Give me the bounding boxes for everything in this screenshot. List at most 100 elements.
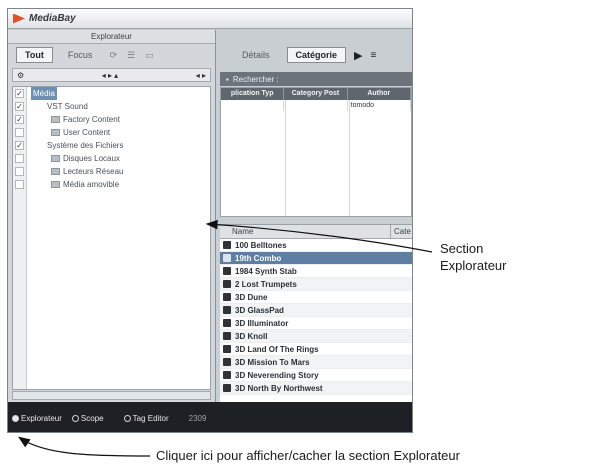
search-icon: ▪ xyxy=(226,74,229,84)
preset-file-icon xyxy=(223,345,231,353)
preset-file-icon xyxy=(223,267,231,275)
result-row[interactable]: 3D GlassPad xyxy=(220,304,412,317)
result-row[interactable]: 3D Neverending Story xyxy=(220,369,412,382)
play-icon[interactable]: ▶ xyxy=(354,49,362,62)
tab-focus[interactable]: Focus xyxy=(59,47,102,63)
explorer-tree[interactable]: ✓ Média ✓ VST Sound ✓ Factory Content User Con… xyxy=(12,86,211,390)
attribute-column-header[interactable]: Category Post xyxy=(284,88,348,100)
filter-icon[interactable]: ≡ xyxy=(371,50,377,61)
tree-item-label: Média amovible xyxy=(63,180,120,189)
result-row[interactable]: 3D North By Northwest xyxy=(220,382,412,395)
tree-item-checkbox[interactable]: ✓ xyxy=(15,141,24,150)
tree-item[interactable]: ✓ VST Sound xyxy=(13,100,210,113)
attribute-row[interactable]: tomodo xyxy=(221,100,411,111)
tree-item-checkbox[interactable]: ✓ xyxy=(15,115,24,124)
back-forward-icons[interactable]: ◂ ▸ xyxy=(196,71,206,80)
tree-item[interactable]: Disques Locaux xyxy=(13,152,210,165)
explorer-section: Explorateur Tout Focus ⟳ ☰ ▭ ⚙ ◂ ▸ ▴ ◂ ▸… xyxy=(8,30,216,402)
section-annotation-line1: Section xyxy=(440,241,484,256)
result-row[interactable]: 3D Land Of The Rings xyxy=(220,343,412,356)
result-row[interactable]: 3D Illuminator xyxy=(220,317,412,330)
result-row[interactable]: 3D Mission To Mars xyxy=(220,356,412,369)
result-row[interactable]: 1984 Synth Stab xyxy=(220,265,412,278)
result-name: 3D North By Northwest xyxy=(235,383,323,393)
tab-categorie[interactable]: Catégorie xyxy=(286,47,347,63)
tree-item-checkbox[interactable]: ✓ xyxy=(15,89,24,98)
attribute-header: plication Typ Category Post Author xyxy=(221,88,411,100)
results-list[interactable]: Name Cate 100 Belltones 19th Combo 1984 Sy… xyxy=(220,224,412,402)
search-bar[interactable]: ▪ Rechercher : xyxy=(220,72,412,86)
tag-editor-toggle-label: Tag Editor xyxy=(132,414,169,423)
folder-icon xyxy=(51,168,60,175)
new-folder-icon[interactable]: ▭ xyxy=(143,50,155,61)
result-row[interactable]: 3D Knoll xyxy=(220,330,412,343)
tree-item-checkbox[interactable] xyxy=(15,180,24,189)
explorer-toggle[interactable]: Explorateur xyxy=(12,414,62,423)
result-name: 3D Knoll xyxy=(235,331,268,341)
radio-off-icon xyxy=(71,415,79,423)
settings-icon[interactable]: ⚙ xyxy=(17,71,24,80)
preset-file-icon xyxy=(223,280,231,288)
attribute-column-header[interactable]: plication Typ xyxy=(221,88,285,100)
view-tabs: Détails Catégorie ▶ ≡ xyxy=(217,44,412,66)
title-bar: MediaBay xyxy=(8,9,412,29)
category-column-header[interactable]: Cate xyxy=(390,225,411,238)
window-title: MediaBay xyxy=(29,13,76,24)
tree-item-checkbox[interactable] xyxy=(15,154,24,163)
tree-item[interactable]: ✓ Média xyxy=(13,87,210,100)
section-annotation: Section Explorateur xyxy=(440,240,506,274)
tree-item[interactable]: ✓ Factory Content xyxy=(13,113,210,126)
attribute-column-header[interactable]: Author xyxy=(348,88,411,100)
preset-file-icon xyxy=(223,332,231,340)
right-section: Détails Catégorie ▶ ≡ ▪ Rechercher : pli… xyxy=(217,30,412,402)
result-name: 19th Combo xyxy=(235,253,282,263)
tab-details[interactable]: Détails xyxy=(233,47,279,63)
result-name: 3D GlassPad xyxy=(235,305,284,315)
result-name: 2 Lost Trumpets xyxy=(235,279,297,289)
radio-on-icon xyxy=(12,415,19,423)
attribute-table[interactable]: plication Typ Category Post Author tomodo xyxy=(220,87,412,217)
preset-file-icon xyxy=(223,293,231,301)
tree-item-checkbox[interactable] xyxy=(15,167,24,176)
preset-file-icon xyxy=(223,371,231,379)
tree-item[interactable]: Média amovible xyxy=(13,178,210,191)
tab-tout[interactable]: Tout xyxy=(16,47,53,63)
tree-item-label: Système des Fichiers xyxy=(47,141,124,150)
folder-icon xyxy=(51,116,60,123)
app-logo-icon xyxy=(13,13,25,24)
tag-editor-toggle[interactable]: Tag Editor xyxy=(123,414,169,423)
list-view-icon[interactable]: ☰ xyxy=(125,50,137,61)
column-divider xyxy=(285,100,286,216)
result-row[interactable]: 19th Combo xyxy=(220,252,412,265)
scope-toggle-label: Scope xyxy=(80,414,104,423)
result-row[interactable]: 3D Dune xyxy=(220,291,412,304)
attribute-cell xyxy=(284,100,348,111)
tree-item-label: Factory Content xyxy=(63,115,120,124)
tree-item-checkbox[interactable]: ✓ xyxy=(15,102,24,111)
result-row[interactable]: 100 Belltones xyxy=(220,239,412,252)
folder-icon xyxy=(51,129,60,136)
tree-item[interactable]: ✓ Système des Fichiers xyxy=(13,139,210,152)
radio-off-icon xyxy=(123,415,131,423)
explorer-horizontal-scrollbar[interactable] xyxy=(12,391,211,400)
preset-file-icon xyxy=(223,358,231,366)
preset-file-icon xyxy=(223,306,231,314)
section-toggles: Explorateur Scope Tag Editor 2309 xyxy=(8,412,412,425)
navigation-icons[interactable]: ◂ ▸ ▴ xyxy=(102,71,119,80)
result-row[interactable]: 2 Lost Trumpets xyxy=(220,278,412,291)
tree-item[interactable]: Lecteurs Réseau xyxy=(13,165,210,178)
tree-item-label: Média xyxy=(31,87,57,100)
explorer-header: Explorateur xyxy=(8,30,215,44)
mediabay-window: MediaBay Explorateur Tout Focus ⟳ ☰ ▭ ⚙ … xyxy=(7,8,413,433)
tree-item[interactable]: User Content xyxy=(13,126,210,139)
result-name: 100 Belltones xyxy=(235,240,287,250)
result-name: 3D Dune xyxy=(235,292,268,302)
screenshot-stage: MediaBay Explorateur Tout Focus ⟳ ☰ ▭ ⚙ … xyxy=(0,0,593,473)
section-annotation-line2: Explorateur xyxy=(440,258,507,273)
name-column-header[interactable]: Name xyxy=(220,225,390,238)
tree-item-checkbox[interactable] xyxy=(15,128,24,137)
refresh-icon[interactable]: ⟳ xyxy=(107,50,119,61)
scope-toggle[interactable]: Scope xyxy=(71,414,104,423)
result-name: 1984 Synth Stab xyxy=(235,266,297,276)
preset-file-icon xyxy=(223,241,231,249)
